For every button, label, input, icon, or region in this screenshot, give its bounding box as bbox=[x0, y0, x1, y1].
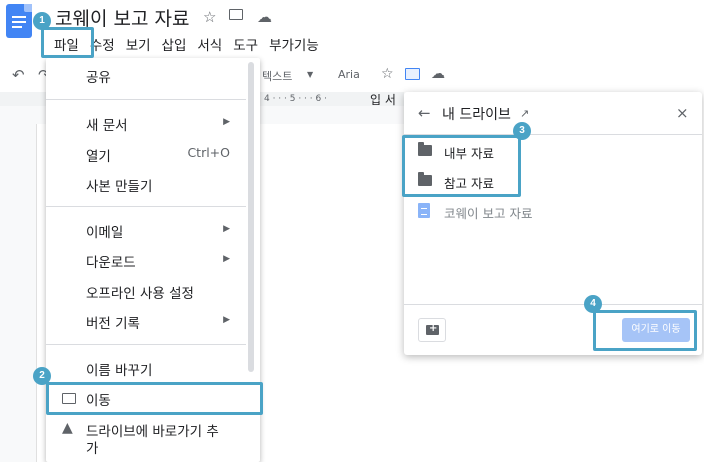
star-icon[interactable]: ☆ bbox=[381, 66, 394, 82]
step-badge: 4 bbox=[584, 295, 602, 313]
menu-item-email[interactable]: 이메일 ▶ bbox=[46, 217, 260, 243]
cloud-status-icon[interactable]: ☁ bbox=[431, 66, 445, 82]
cloud-status-icon[interactable]: ☁ bbox=[257, 8, 272, 26]
step-badge: 2 bbox=[33, 367, 51, 385]
highlight-move-item bbox=[46, 382, 263, 415]
ruler-marks: 4 · · · 5 · · · 6 · bbox=[264, 94, 327, 104]
menu-tools[interactable]: 도구 bbox=[233, 34, 258, 54]
highlight-file-menu bbox=[41, 27, 94, 58]
star-icon[interactable]: ☆ bbox=[203, 8, 216, 26]
menu-addons[interactable]: 부가기능 bbox=[269, 34, 319, 54]
menu-view[interactable]: 보기 bbox=[126, 34, 151, 54]
menu-item-rename[interactable]: 이름 바꾸기 bbox=[46, 355, 260, 381]
file-row: 코웨이 보고 자료 bbox=[404, 196, 702, 226]
menu-item-version-history[interactable]: 버전 기록 ▶ bbox=[46, 308, 260, 334]
step-badge: 3 bbox=[513, 122, 531, 140]
dialog-title: 내 드라이브 bbox=[442, 107, 511, 123]
menu-bar: 파일 수정 보기 삽입 서식 도구 부가기능 bbox=[54, 34, 330, 54]
move-folder-icon[interactable] bbox=[229, 9, 243, 20]
menu-format[interactable]: 서식 bbox=[197, 34, 222, 54]
menu-item-share[interactable]: 공유 bbox=[46, 62, 260, 88]
highlight-move-button bbox=[593, 310, 697, 351]
submenu-arrow-icon: ▶ bbox=[223, 224, 230, 234]
menu-item-add-shortcut[interactable]: ▲ 드라이브에 바로가기 추 가 bbox=[46, 416, 260, 457]
menu-divider bbox=[46, 99, 246, 100]
open-external-icon[interactable]: ↗ bbox=[520, 107, 529, 120]
menu-item-new-doc[interactable]: 새 문서 ▶ bbox=[46, 110, 260, 136]
submenu-arrow-icon: ▶ bbox=[223, 117, 230, 127]
undo-icon[interactable]: ↶ bbox=[12, 66, 25, 84]
close-icon[interactable]: × bbox=[676, 104, 689, 122]
font-select[interactable]: Aria bbox=[338, 68, 360, 81]
submenu-arrow-icon: ▶ bbox=[223, 254, 230, 264]
menu-item-download[interactable]: 다운로드 ▶ bbox=[46, 247, 260, 273]
step-badge: 1 bbox=[33, 12, 51, 30]
submenu-arrow-icon: ▶ bbox=[223, 315, 230, 325]
new-folder-button[interactable]: + bbox=[418, 318, 446, 342]
highlight-folders bbox=[402, 135, 521, 197]
menu-item-make-copy[interactable]: 사본 만들기 bbox=[46, 171, 260, 197]
dialog-divider bbox=[404, 304, 702, 305]
back-arrow-icon[interactable]: ← bbox=[418, 104, 431, 122]
menu-scrollbar[interactable] bbox=[248, 62, 254, 372]
menu-insert[interactable]: 삽입 bbox=[162, 34, 187, 54]
doc-file-icon bbox=[418, 203, 430, 218]
docs-logo-icon[interactable] bbox=[6, 4, 32, 38]
drive-shortcut-icon: ▲ bbox=[62, 420, 73, 436]
text-style-select[interactable]: 텍스트 bbox=[262, 68, 292, 84]
menu-item-open[interactable]: 열기 Ctrl+O bbox=[46, 141, 260, 167]
menu-item-offline[interactable]: 오프라인 사용 설정 bbox=[46, 278, 260, 304]
chevron-down-icon[interactable]: ▼ bbox=[307, 70, 313, 79]
move-folder-icon[interactable] bbox=[405, 68, 420, 80]
menu-divider bbox=[46, 206, 246, 207]
menu-divider bbox=[46, 344, 246, 345]
shortcut-label: Ctrl+O bbox=[187, 145, 230, 160]
